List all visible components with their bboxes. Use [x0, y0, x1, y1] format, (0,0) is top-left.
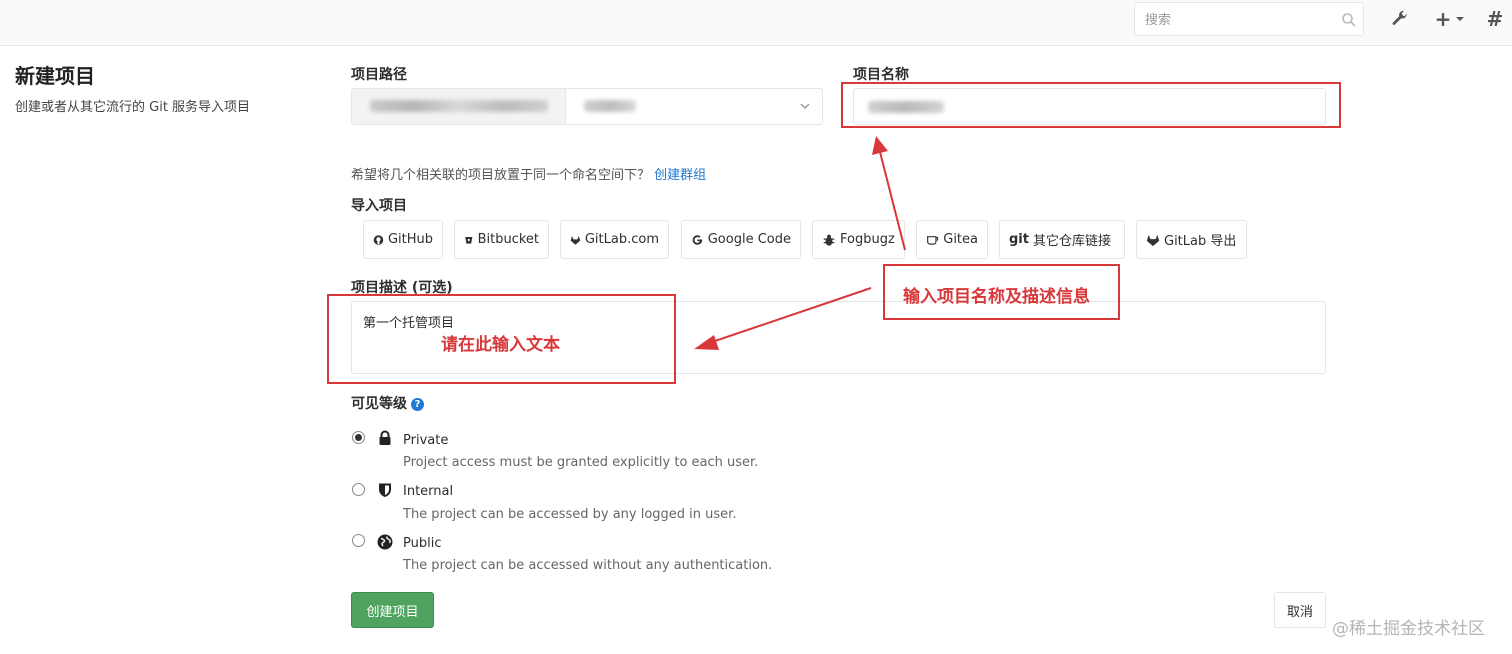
- bug-icon: [823, 234, 835, 246]
- visibility-internal-desc: The project can be accessed by any logge…: [403, 507, 737, 522]
- group-hint-text: 希望将几个相关联的项目放置于同一个命名空间下？: [351, 168, 651, 183]
- import-github-button[interactable]: GitHub: [363, 220, 443, 259]
- import-label: GitLab.com: [584, 232, 659, 247]
- gitlab-icon: [1146, 234, 1160, 246]
- gitlab-icon: [570, 235, 581, 245]
- watermark: @稀土掘金技术社区: [1332, 619, 1485, 639]
- visibility-internal-radio[interactable]: [352, 483, 365, 496]
- create-group-link[interactable]: 创建群组: [654, 168, 706, 183]
- import-label: Bitbucket: [477, 232, 539, 247]
- blurred-url: [370, 100, 548, 112]
- top-navbar: + #: [0, 0, 1512, 46]
- hash-icon[interactable]: #: [1482, 7, 1508, 31]
- import-bitbucket-button[interactable]: Bitbucket: [454, 220, 549, 259]
- import-label: Google Code: [707, 232, 791, 247]
- project-path-label: 项目路径: [351, 67, 407, 83]
- help-icon[interactable]: ?: [411, 398, 424, 411]
- visibility-public-radio[interactable]: [352, 534, 365, 547]
- gitea-icon: [927, 235, 939, 245]
- search-icon[interactable]: [1341, 12, 1357, 28]
- search-box[interactable]: [1134, 2, 1364, 36]
- annotation-box-name: [841, 82, 1341, 128]
- github-icon: [373, 234, 384, 245]
- shield-icon: [379, 483, 391, 497]
- visibility-private-title: Private: [403, 433, 449, 448]
- search-input[interactable]: [1145, 10, 1325, 30]
- visibility-internal-title: Internal: [403, 484, 454, 499]
- visibility-private-desc: Project access must be granted explicitl…: [403, 455, 759, 470]
- import-label: Fogbugz: [840, 232, 895, 247]
- new-dropdown-button[interactable]: +: [1430, 7, 1470, 31]
- group-hint: 希望将几个相关联的项目放置于同一个命名空间下？ 创建群组: [351, 164, 706, 183]
- annotation-note-text: 输入项目名称及描述信息: [903, 287, 1090, 307]
- import-project-label: 导入项目: [351, 198, 407, 214]
- plus-icon: +: [1434, 7, 1452, 31]
- import-label: 其它仓库链接: [1032, 234, 1111, 249]
- google-icon: [692, 234, 703, 245]
- visibility-private-radio[interactable]: [352, 431, 365, 444]
- chevron-down-icon: [1456, 17, 1465, 21]
- create-project-button[interactable]: 创建项目: [351, 592, 434, 628]
- git-icon: git: [1009, 232, 1029, 247]
- project-name-label: 项目名称: [853, 67, 909, 83]
- arrow-head-up: [872, 136, 888, 155]
- lock-icon: [379, 430, 391, 445]
- import-gitea-button[interactable]: Gitea: [916, 220, 988, 259]
- import-google-code-button[interactable]: Google Code: [681, 220, 801, 259]
- import-fogbugz-button[interactable]: Fogbugz: [812, 220, 905, 259]
- import-gitlab-com-button[interactable]: GitLab.com: [560, 220, 669, 259]
- annotation-input-hint: 请在此输入文本: [441, 335, 560, 355]
- chevron-down-icon[interactable]: [798, 99, 812, 113]
- cancel-button[interactable]: 取消: [1274, 592, 1326, 628]
- import-label: GitHub: [387, 232, 433, 247]
- path-url-prefix: [352, 89, 566, 124]
- project-path-select[interactable]: [351, 88, 823, 125]
- visibility-public-title: Public: [403, 536, 442, 551]
- page-subtitle: 创建或者从其它流行的 Git 服务导入项目: [15, 100, 251, 115]
- import-repo-url-button[interactable]: git 其它仓库链接: [999, 220, 1125, 259]
- visibility-public-desc: The project can be accessed without any …: [403, 558, 773, 573]
- bitbucket-icon: [465, 236, 473, 244]
- visibility-label-text: 可见等级: [351, 396, 407, 412]
- import-label: GitLab 导出: [1164, 234, 1237, 249]
- globe-icon: [377, 534, 393, 550]
- import-gitlab-export-button[interactable]: GitLab 导出: [1136, 220, 1247, 259]
- admin-wrench-icon[interactable]: [1388, 8, 1412, 30]
- import-label: Gitea: [943, 232, 978, 247]
- blurred-namespace: [584, 100, 636, 112]
- visibility-level-label: 可见等级?: [351, 393, 424, 413]
- page-title: 新建项目: [15, 64, 95, 88]
